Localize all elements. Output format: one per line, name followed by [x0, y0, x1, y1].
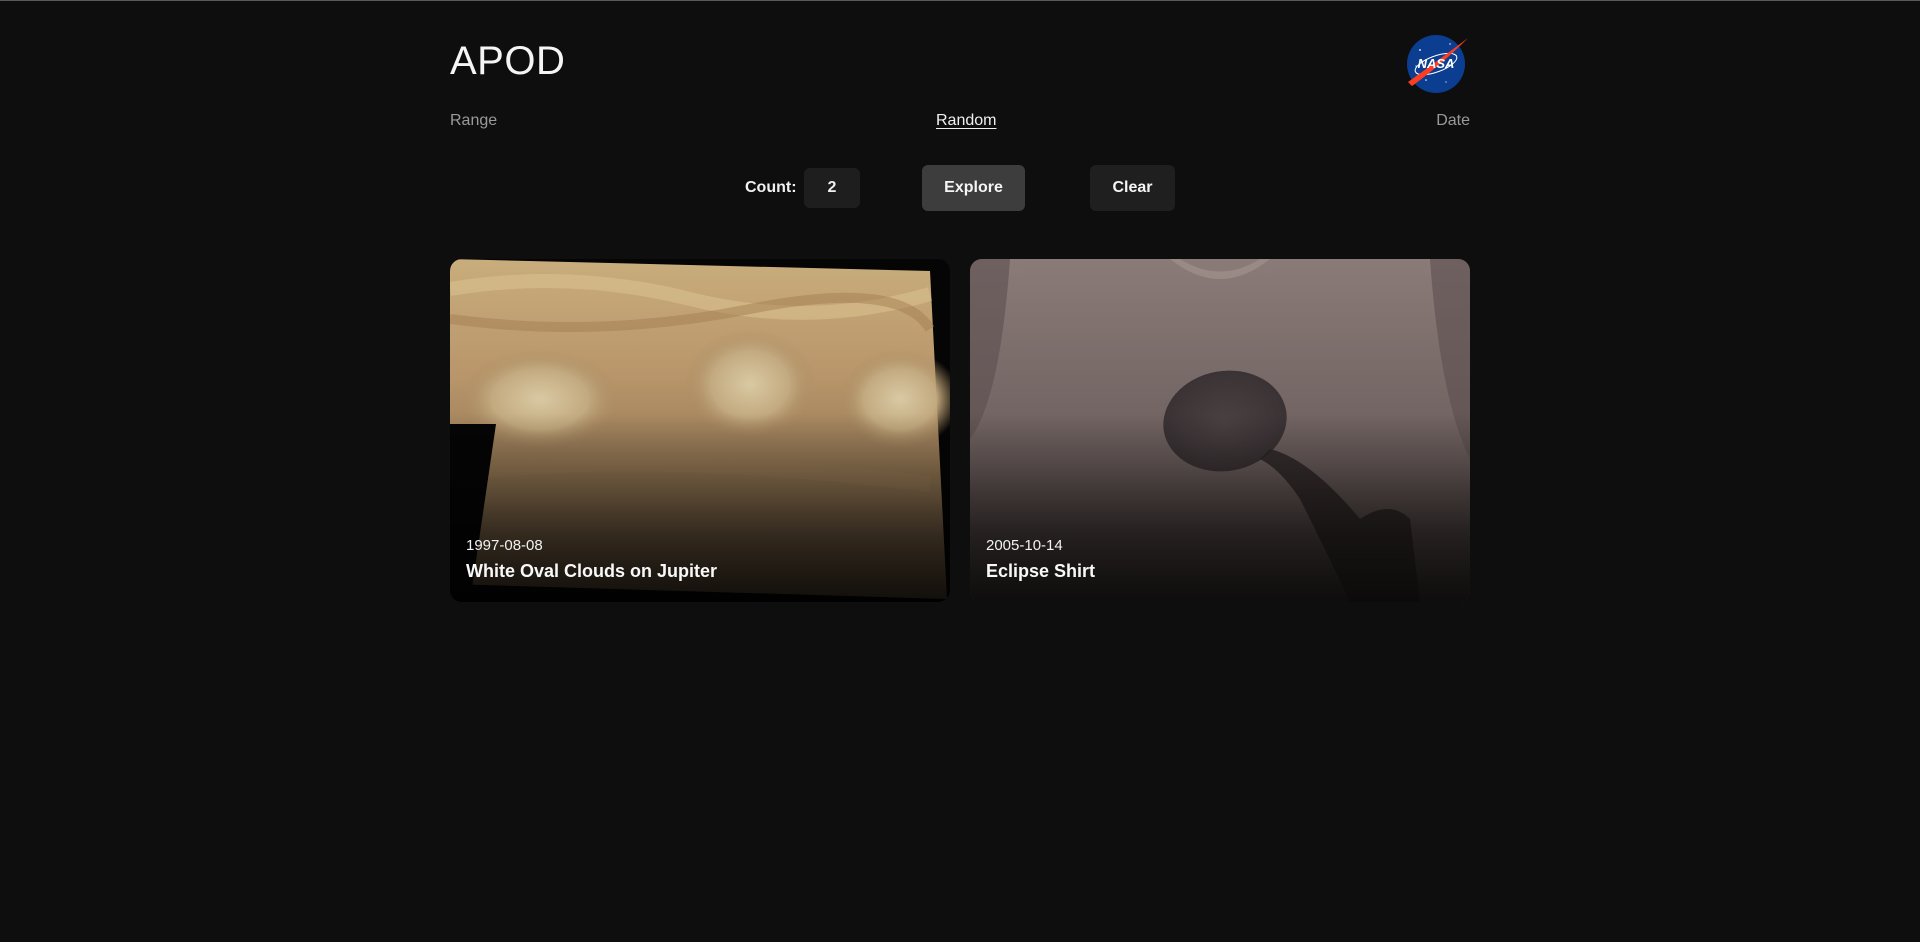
nav-date-link[interactable]: Date — [1436, 112, 1470, 130]
mode-nav: Range Random Date — [450, 112, 1470, 136]
count-input[interactable] — [804, 168, 860, 208]
nav-range-link[interactable]: Range — [450, 112, 497, 130]
results-grid: 1997-08-08 White Oval Clouds on Jupiter — [450, 259, 1470, 603]
clear-button[interactable]: Clear — [1090, 165, 1175, 211]
card-date: 1997-08-08 — [466, 537, 543, 554]
explore-button[interactable]: Explore — [922, 165, 1025, 211]
nasa-logo: NASA — [1407, 35, 1468, 93]
card-title: Eclipse Shirt — [986, 561, 1096, 581]
random-controls: Count: Explore Clear — [450, 165, 1470, 211]
apod-card[interactable]: 2005-10-14 Eclipse Shirt — [970, 259, 1470, 602]
page-title: APOD — [450, 39, 566, 83]
card-date: 2005-10-14 — [986, 537, 1063, 554]
nav-random-link[interactable]: Random — [936, 112, 996, 130]
apod-card[interactable]: 1997-08-08 White Oval Clouds on Jupiter — [450, 259, 950, 602]
svg-text:NASA: NASA — [1418, 56, 1455, 71]
page-container: APOD NASA Range Random Date Count: Explo… — [450, 0, 1470, 942]
count-label: Count: — [745, 179, 797, 196]
card-title: White Oval Clouds on Jupiter — [466, 561, 718, 581]
